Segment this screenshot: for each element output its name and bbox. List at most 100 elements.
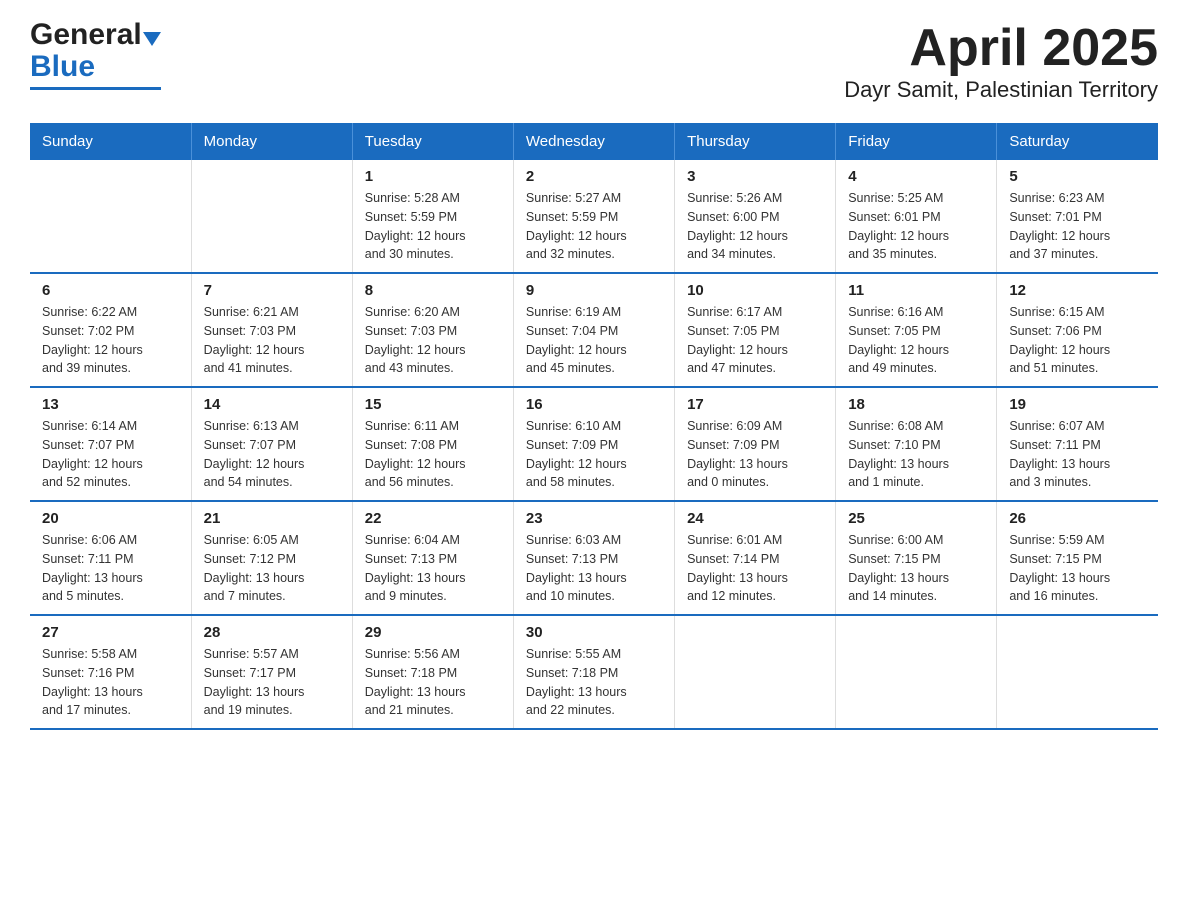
calendar-cell-w4-d7: 26 Sunrise: 5:59 AMSunset: 7:15 PMDayligh… xyxy=(997,501,1158,615)
calendar-cell-w4-d6: 25 Sunrise: 6:00 AMSunset: 7:15 PMDayligh… xyxy=(836,501,997,615)
day-number: 17 xyxy=(687,396,823,413)
calendar-cell-w5-d3: 29Sunrise: 5:56 AMSunset: 7:18 PMDayligh… xyxy=(352,615,513,729)
calendar-cell-w4-d2: 21 Sunrise: 6:05 AMSunset: 7:12 PMDayligh… xyxy=(191,501,352,615)
day-info: Sunrise: 5:28 AMSunset: 5:59 PMDaylight:… xyxy=(365,189,501,264)
calendar-cell-w4-d1: 20 Sunrise: 6:06 AMSunset: 7:11 PMDayligh… xyxy=(30,501,191,615)
calendar-cell-w1-d2 xyxy=(191,160,352,273)
day-info: Sunrise: 6:08 AMSunset: 7:10 PMDaylight:… xyxy=(848,417,984,492)
calendar-cell-w5-d1: 27Sunrise: 5:58 AMSunset: 7:16 PMDayligh… xyxy=(30,615,191,729)
day-number: 13 xyxy=(42,396,179,413)
calendar-cell-w2-d5: 10 Sunrise: 6:17 AMSunset: 7:05 PMDayligh… xyxy=(675,273,836,387)
calendar-cell-w2-d2: 7 Sunrise: 6:21 AMSunset: 7:03 PMDaylight… xyxy=(191,273,352,387)
logo-general-text: General xyxy=(30,20,142,50)
day-number: 2 xyxy=(526,168,662,185)
day-info: Sunrise: 6:22 AMSunset: 7:02 PMDaylight:… xyxy=(42,303,179,378)
calendar-cell-w4-d3: 22 Sunrise: 6:04 AMSunset: 7:13 PMDayligh… xyxy=(352,501,513,615)
calendar-table: Sunday Monday Tuesday Wednesday Thursday… xyxy=(30,123,1158,730)
calendar-cell-w3-d7: 19 Sunrise: 6:07 AMSunset: 7:11 PMDayligh… xyxy=(997,387,1158,501)
calendar-cell-w3-d6: 18 Sunrise: 6:08 AMSunset: 7:10 PMDayligh… xyxy=(836,387,997,501)
calendar-cell-w5-d2: 28 Sunrise: 5:57 AMSunset: 7:17 PMDayligh… xyxy=(191,615,352,729)
calendar-cell-w4-d5: 24 Sunrise: 6:01 AMSunset: 7:14 PMDayligh… xyxy=(675,501,836,615)
col-saturday: Saturday xyxy=(997,123,1158,160)
col-monday: Monday xyxy=(191,123,352,160)
calendar-cell-w3-d3: 15Sunrise: 6:11 AMSunset: 7:08 PMDayligh… xyxy=(352,387,513,501)
calendar-cell-w1-d7: 5Sunrise: 6:23 AMSunset: 7:01 PMDaylight… xyxy=(997,160,1158,273)
day-number: 10 xyxy=(687,282,823,299)
day-info: Sunrise: 6:03 AMSunset: 7:13 PMDaylight:… xyxy=(526,531,662,606)
day-number: 18 xyxy=(848,396,984,413)
calendar-cell-w1-d4: 2 Sunrise: 5:27 AMSunset: 5:59 PMDaylight… xyxy=(513,160,674,273)
calendar-cell-w3-d5: 17 Sunrise: 6:09 AMSunset: 7:09 PMDayligh… xyxy=(675,387,836,501)
day-info: Sunrise: 5:57 AMSunset: 7:17 PMDaylight:… xyxy=(204,645,340,720)
day-number: 4 xyxy=(848,168,984,185)
day-info: Sunrise: 6:09 AMSunset: 7:09 PMDaylight:… xyxy=(687,417,823,492)
day-info: Sunrise: 6:04 AMSunset: 7:13 PMDaylight:… xyxy=(365,531,501,606)
calendar-week-1: 1Sunrise: 5:28 AMSunset: 5:59 PMDaylight… xyxy=(30,160,1158,273)
day-number: 11 xyxy=(848,282,984,299)
day-info: Sunrise: 6:21 AMSunset: 7:03 PMDaylight:… xyxy=(204,303,340,378)
calendar-cell-w2-d4: 9 Sunrise: 6:19 AMSunset: 7:04 PMDaylight… xyxy=(513,273,674,387)
day-number: 3 xyxy=(687,168,823,185)
calendar-cell-w4-d4: 23 Sunrise: 6:03 AMSunset: 7:13 PMDayligh… xyxy=(513,501,674,615)
day-number: 9 xyxy=(526,282,662,299)
day-number: 28 xyxy=(204,624,340,641)
calendar-cell-w1-d3: 1Sunrise: 5:28 AMSunset: 5:59 PMDaylight… xyxy=(352,160,513,273)
day-number: 7 xyxy=(204,282,340,299)
day-number: 16 xyxy=(526,396,662,413)
day-info: Sunrise: 6:19 AMSunset: 7:04 PMDaylight:… xyxy=(526,303,662,378)
page-subtitle: Dayr Samit, Palestinian Territory xyxy=(844,77,1158,103)
calendar-header-row: Sunday Monday Tuesday Wednesday Thursday… xyxy=(30,123,1158,160)
day-info: Sunrise: 6:00 AMSunset: 7:15 PMDaylight:… xyxy=(848,531,984,606)
day-info: Sunrise: 6:20 AMSunset: 7:03 PMDaylight:… xyxy=(365,303,501,378)
day-number: 25 xyxy=(848,510,984,527)
day-number: 19 xyxy=(1009,396,1146,413)
day-number: 21 xyxy=(204,510,340,527)
day-info: Sunrise: 6:13 AMSunset: 7:07 PMDaylight:… xyxy=(204,417,340,492)
calendar-cell-w5-d5 xyxy=(675,615,836,729)
day-info: Sunrise: 6:14 AMSunset: 7:07 PMDaylight:… xyxy=(42,417,179,492)
calendar-week-2: 6 Sunrise: 6:22 AMSunset: 7:02 PMDaylight… xyxy=(30,273,1158,387)
calendar-cell-w2-d7: 12 Sunrise: 6:15 AMSunset: 7:06 PMDayligh… xyxy=(997,273,1158,387)
calendar-cell-w3-d2: 14Sunrise: 6:13 AMSunset: 7:07 PMDayligh… xyxy=(191,387,352,501)
calendar-cell-w2-d3: 8Sunrise: 6:20 AMSunset: 7:03 PMDaylight… xyxy=(352,273,513,387)
day-info: Sunrise: 6:17 AMSunset: 7:05 PMDaylight:… xyxy=(687,303,823,378)
day-number: 12 xyxy=(1009,282,1146,299)
day-info: Sunrise: 6:07 AMSunset: 7:11 PMDaylight:… xyxy=(1009,417,1146,492)
day-number: 26 xyxy=(1009,510,1146,527)
calendar-cell-w1-d5: 3 Sunrise: 5:26 AMSunset: 6:00 PMDaylight… xyxy=(675,160,836,273)
calendar-cell-w2-d1: 6 Sunrise: 6:22 AMSunset: 7:02 PMDaylight… xyxy=(30,273,191,387)
day-number: 30 xyxy=(526,624,662,641)
logo: General Blue xyxy=(30,20,161,90)
logo-underline xyxy=(30,87,161,90)
day-info: Sunrise: 5:27 AMSunset: 5:59 PMDaylight:… xyxy=(526,189,662,264)
day-info: Sunrise: 6:01 AMSunset: 7:14 PMDaylight:… xyxy=(687,531,823,606)
day-number: 6 xyxy=(42,282,179,299)
day-info: Sunrise: 6:15 AMSunset: 7:06 PMDaylight:… xyxy=(1009,303,1146,378)
day-number: 20 xyxy=(42,510,179,527)
col-wednesday: Wednesday xyxy=(513,123,674,160)
calendar-cell-w5-d6 xyxy=(836,615,997,729)
logo-triangle-icon xyxy=(143,32,161,46)
page-title: April 2025 xyxy=(844,20,1158,77)
day-info: Sunrise: 5:55 AMSunset: 7:18 PMDaylight:… xyxy=(526,645,662,720)
calendar-cell-w5-d4: 30 Sunrise: 5:55 AMSunset: 7:18 PMDayligh… xyxy=(513,615,674,729)
day-info: Sunrise: 5:59 AMSunset: 7:15 PMDaylight:… xyxy=(1009,531,1146,606)
calendar-week-5: 27Sunrise: 5:58 AMSunset: 7:16 PMDayligh… xyxy=(30,615,1158,729)
day-number: 22 xyxy=(365,510,501,527)
day-info: Sunrise: 5:58 AMSunset: 7:16 PMDaylight:… xyxy=(42,645,179,720)
col-thursday: Thursday xyxy=(675,123,836,160)
calendar-cell-w1-d1 xyxy=(30,160,191,273)
day-info: Sunrise: 6:11 AMSunset: 7:08 PMDaylight:… xyxy=(365,417,501,492)
day-number: 23 xyxy=(526,510,662,527)
day-info: Sunrise: 6:06 AMSunset: 7:11 PMDaylight:… xyxy=(42,531,179,606)
day-number: 24 xyxy=(687,510,823,527)
calendar-cell-w2-d6: 11Sunrise: 6:16 AMSunset: 7:05 PMDayligh… xyxy=(836,273,997,387)
day-info: Sunrise: 6:23 AMSunset: 7:01 PMDaylight:… xyxy=(1009,189,1146,264)
calendar-week-3: 13 Sunrise: 6:14 AMSunset: 7:07 PMDayligh… xyxy=(30,387,1158,501)
col-tuesday: Tuesday xyxy=(352,123,513,160)
day-info: Sunrise: 6:05 AMSunset: 7:12 PMDaylight:… xyxy=(204,531,340,606)
day-info: Sunrise: 5:25 AMSunset: 6:01 PMDaylight:… xyxy=(848,189,984,264)
day-info: Sunrise: 5:26 AMSunset: 6:00 PMDaylight:… xyxy=(687,189,823,264)
calendar-week-4: 20 Sunrise: 6:06 AMSunset: 7:11 PMDayligh… xyxy=(30,501,1158,615)
calendar-cell-w3-d1: 13 Sunrise: 6:14 AMSunset: 7:07 PMDayligh… xyxy=(30,387,191,501)
